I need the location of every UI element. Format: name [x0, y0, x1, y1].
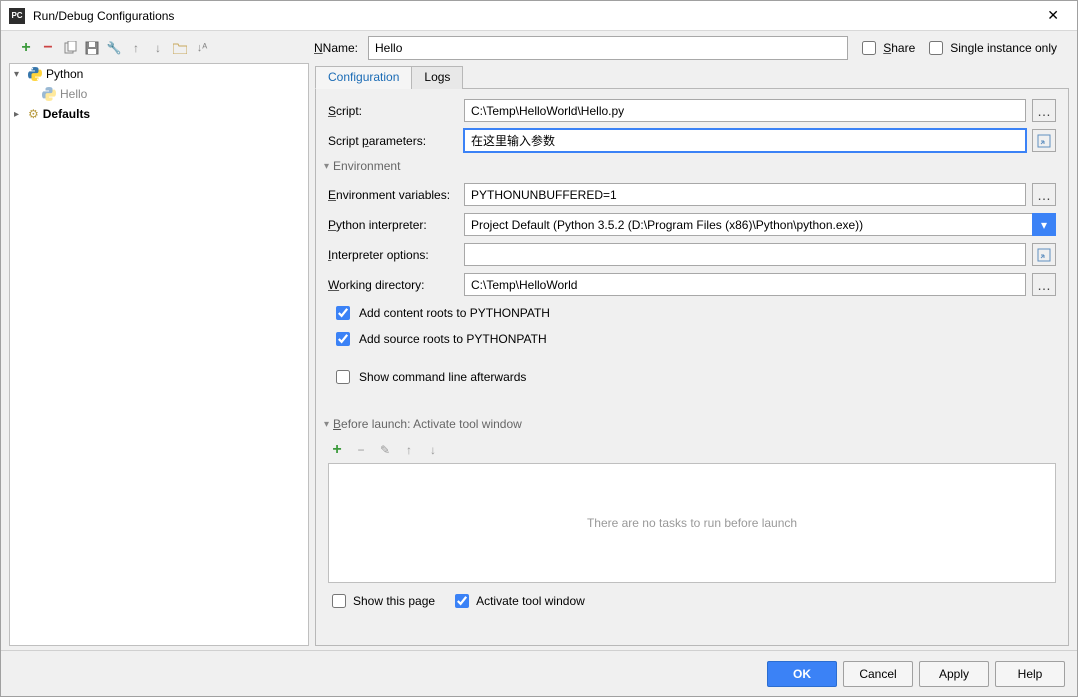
main-split: ▾ Python Hello ▸ ⚙ Defaults Configuratio…: [1, 63, 1077, 650]
name-input[interactable]: [368, 36, 848, 60]
tree-label: Hello: [60, 87, 87, 101]
browse-script-button[interactable]: …: [1032, 99, 1056, 122]
config-tree[interactable]: ▾ Python Hello ▸ ⚙ Defaults: [9, 63, 309, 646]
single-instance-checkbox[interactable]: Single instance only: [925, 38, 1057, 58]
envvars-input[interactable]: [464, 183, 1026, 206]
sort-icon[interactable]: ↓ᴬ: [193, 39, 211, 57]
expand-params-button[interactable]: [1032, 129, 1056, 152]
add-source-checkbox[interactable]: Add source roots to PYTHONPATH: [328, 329, 1056, 349]
footer: OK Cancel Apply Help: [1, 650, 1077, 696]
add-content-checkbox[interactable]: Add content roots to PYTHONPATH: [328, 303, 1056, 323]
titlebar: PC Run/Debug Configurations ✕: [1, 1, 1077, 31]
app-icon: PC: [9, 8, 25, 24]
params-row: Script parameters:: [328, 129, 1056, 152]
close-icon[interactable]: ✕: [1037, 7, 1069, 24]
script-label: Script:: [328, 104, 458, 118]
move-up-icon[interactable]: ↑: [127, 39, 145, 57]
activate-tool-window-checkbox[interactable]: Activate tool window: [451, 591, 585, 611]
workdir-input[interactable]: [464, 273, 1026, 296]
wrench-icon[interactable]: 🔧: [105, 39, 123, 57]
tree-label: Python: [46, 67, 83, 81]
envvars-label: Environment variables:: [328, 188, 458, 202]
top-row: + − 🔧 ↑ ↓ ↓ᴬ NName: Share Single instanc…: [1, 31, 1077, 63]
tree-node-hello[interactable]: Hello: [10, 84, 308, 104]
chevron-down-icon[interactable]: ▾: [1032, 213, 1056, 236]
python-icon: [28, 67, 42, 81]
name-label: NName:: [314, 41, 358, 55]
copy-config-icon[interactable]: [61, 39, 79, 57]
interpreter-row: Python interpreter: ▾: [328, 213, 1056, 236]
dialog-window: PC Run/Debug Configurations ✕ + − 🔧 ↑ ↓ …: [0, 0, 1078, 697]
cancel-button[interactable]: Cancel: [843, 661, 913, 687]
share-checkbox[interactable]: Share: [858, 38, 915, 58]
params-input[interactable]: [464, 129, 1026, 152]
tabs: Configuration Logs: [315, 65, 1069, 89]
content: + − 🔧 ↑ ↓ ↓ᴬ NName: Share Single instanc…: [1, 31, 1077, 696]
name-row: NName: Share Single instance only: [314, 36, 1069, 60]
before-launch-toolbar: + − ✎ ↑ ↓: [328, 441, 1056, 459]
tree-node-defaults[interactable]: ▸ ⚙ Defaults: [10, 104, 308, 124]
browse-envvars-button[interactable]: …: [1032, 183, 1056, 206]
form-area: Script: … Script parameters: ▾ Environme…: [315, 89, 1069, 646]
save-config-icon[interactable]: [83, 39, 101, 57]
script-input[interactable]: [464, 99, 1026, 122]
python-icon: [42, 87, 56, 101]
envvars-row: Environment variables: …: [328, 183, 1056, 206]
right-pane: Configuration Logs Script: … Script para…: [315, 63, 1069, 646]
tree-node-python[interactable]: ▾ Python: [10, 64, 308, 84]
move-down-icon[interactable]: ↓: [149, 39, 167, 57]
show-cmd-checkbox[interactable]: Show command line afterwards: [328, 367, 1056, 387]
collapse-icon: ▾: [324, 161, 329, 172]
tab-configuration[interactable]: Configuration: [315, 66, 412, 89]
params-label: Script parameters:: [328, 134, 458, 148]
folder-icon[interactable]: [171, 39, 189, 57]
add-task-icon[interactable]: +: [328, 441, 346, 459]
edit-task-icon: ✎: [376, 441, 394, 459]
expand-interp-opts-button[interactable]: [1032, 243, 1056, 266]
expand-icon[interactable]: ▾: [14, 69, 24, 80]
ok-button[interactable]: OK: [767, 661, 837, 687]
interpreter-label: Python interpreter:: [328, 218, 458, 232]
environment-section-header[interactable]: ▾ Environment: [324, 159, 1056, 173]
show-page-checkbox[interactable]: Show this page: [328, 591, 435, 611]
before-launch-section-header[interactable]: ▾ Before launch: Activate tool window: [324, 417, 1056, 431]
tab-logs[interactable]: Logs: [411, 66, 463, 89]
remove-config-icon[interactable]: −: [39, 39, 57, 57]
tree-label: Defaults: [43, 107, 90, 121]
expand-icon[interactable]: ▸: [14, 109, 24, 120]
empty-tasks-text: There are no tasks to run before launch: [587, 516, 797, 530]
workdir-row: Working directory: …: [328, 273, 1056, 296]
remove-task-icon: −: [352, 441, 370, 459]
interp-opts-label: Interpreter options:: [328, 248, 458, 262]
interp-opts-input[interactable]: [464, 243, 1026, 266]
apply-button[interactable]: Apply: [919, 661, 989, 687]
move-task-down-icon: ↓: [424, 441, 442, 459]
move-task-up-icon: ↑: [400, 441, 418, 459]
browse-workdir-button[interactable]: …: [1032, 273, 1056, 296]
script-row: Script: …: [328, 99, 1056, 122]
collapse-icon: ▾: [324, 419, 329, 430]
gear-icon: ⚙: [28, 107, 39, 121]
workdir-label: Working directory:: [328, 278, 458, 292]
bottom-checkboxes: Show this page Activate tool window: [328, 591, 1056, 611]
help-button[interactable]: Help: [995, 661, 1065, 687]
interp-opts-row: Interpreter options:: [328, 243, 1056, 266]
tasks-list[interactable]: There are no tasks to run before launch: [328, 463, 1056, 583]
add-config-icon[interactable]: +: [17, 39, 35, 57]
window-title: Run/Debug Configurations: [33, 9, 1037, 23]
interpreter-combo[interactable]: [464, 213, 1033, 236]
sidebar-toolbar: + − 🔧 ↑ ↓ ↓ᴬ: [9, 39, 314, 57]
